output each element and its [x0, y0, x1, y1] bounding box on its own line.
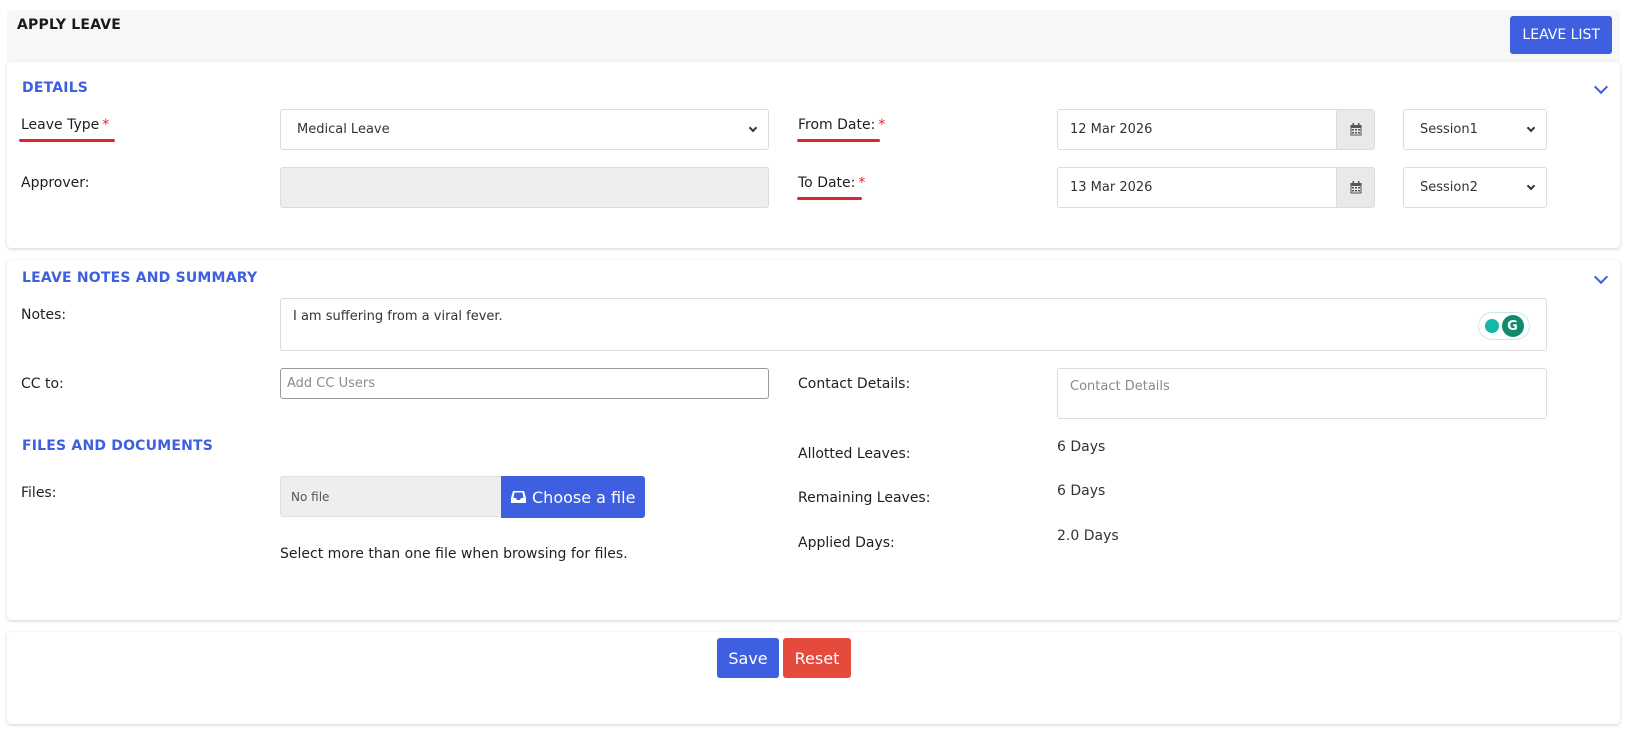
allotted-leaves-value: 6 Days: [1057, 439, 1106, 455]
details-card: DETAILS Leave Type * Medical Leave Approv…: [7, 62, 1620, 248]
lightbulb-icon: [1484, 319, 1499, 333]
chevron-down-icon[interactable]: [1593, 79, 1609, 95]
files-hint: Select more than one file when browsing …: [280, 546, 628, 562]
files-label: Files:: [21, 485, 57, 501]
to-date-label: To Date: *: [798, 175, 866, 191]
grammarly-icon[interactable]: G: [1478, 312, 1530, 340]
applied-days-label: Applied Days:: [798, 535, 895, 551]
choose-file-button[interactable]: Choose a file: [501, 476, 646, 518]
applied-days-value: 2.0 Days: [1057, 528, 1119, 544]
to-date-input[interactable]: 13 Mar 2026: [1057, 167, 1375, 208]
cc-label: CC to:: [21, 376, 64, 392]
chevron-down-icon: [748, 123, 758, 133]
actions-card: Save Reset: [7, 632, 1620, 724]
grammarly-logo-icon: G: [1501, 315, 1524, 337]
allotted-leaves-label: Allotted Leaves:: [798, 446, 911, 462]
chevron-down-icon: [1526, 123, 1536, 133]
files-section-title: FILES AND DOCUMENTS: [22, 438, 214, 454]
leave-type-label: Leave Type *: [21, 117, 110, 133]
required-mark: *: [102, 117, 110, 133]
approver-field: [280, 167, 769, 208]
from-session-select[interactable]: Session1: [1403, 109, 1547, 150]
notes-section-title: LEAVE NOTES AND SUMMARY: [22, 270, 258, 286]
to-session-select[interactable]: Session2: [1403, 167, 1547, 208]
from-date-underline: [797, 139, 880, 142]
details-section-title: DETAILS: [22, 80, 89, 96]
remaining-leaves-label: Remaining Leaves:: [798, 490, 931, 506]
approver-label: Approver:: [21, 175, 90, 191]
calendar-icon[interactable]: [1336, 168, 1374, 207]
contact-details-textarea[interactable]: Contact Details: [1057, 368, 1547, 419]
calendar-icon[interactable]: [1336, 110, 1374, 149]
page-header: APPLY LEAVE LEAVE LIST: [7, 10, 1620, 62]
chevron-down-icon: [1526, 181, 1536, 191]
inbox-icon: [511, 491, 526, 503]
required-mark: *: [858, 175, 866, 191]
cc-input[interactable]: Add CC Users: [280, 368, 769, 399]
notes-label: Notes:: [21, 307, 67, 323]
leave-list-button[interactable]: LEAVE LIST: [1510, 16, 1612, 54]
required-mark: *: [878, 117, 886, 133]
reset-button[interactable]: Reset: [783, 638, 851, 678]
to-date-underline: [797, 197, 862, 200]
contact-details-label: Contact Details:: [798, 376, 911, 392]
page-title: APPLY LEAVE: [17, 17, 122, 33]
notes-textarea[interactable]: I am suffering from a viral fever. G: [280, 298, 1547, 351]
remaining-leaves-value: 6 Days: [1057, 483, 1106, 499]
from-date-input[interactable]: 12 Mar 2026: [1057, 109, 1375, 150]
leave-type-underline: [19, 139, 115, 142]
from-date-label: From Date: *: [798, 117, 886, 133]
leave-type-select[interactable]: Medical Leave: [280, 109, 769, 150]
file-name-field: No file: [280, 476, 502, 517]
chevron-down-icon[interactable]: [1593, 269, 1609, 285]
notes-summary-card: LEAVE NOTES AND SUMMARY Notes: I am suff…: [7, 260, 1620, 620]
save-button[interactable]: Save: [717, 638, 779, 678]
